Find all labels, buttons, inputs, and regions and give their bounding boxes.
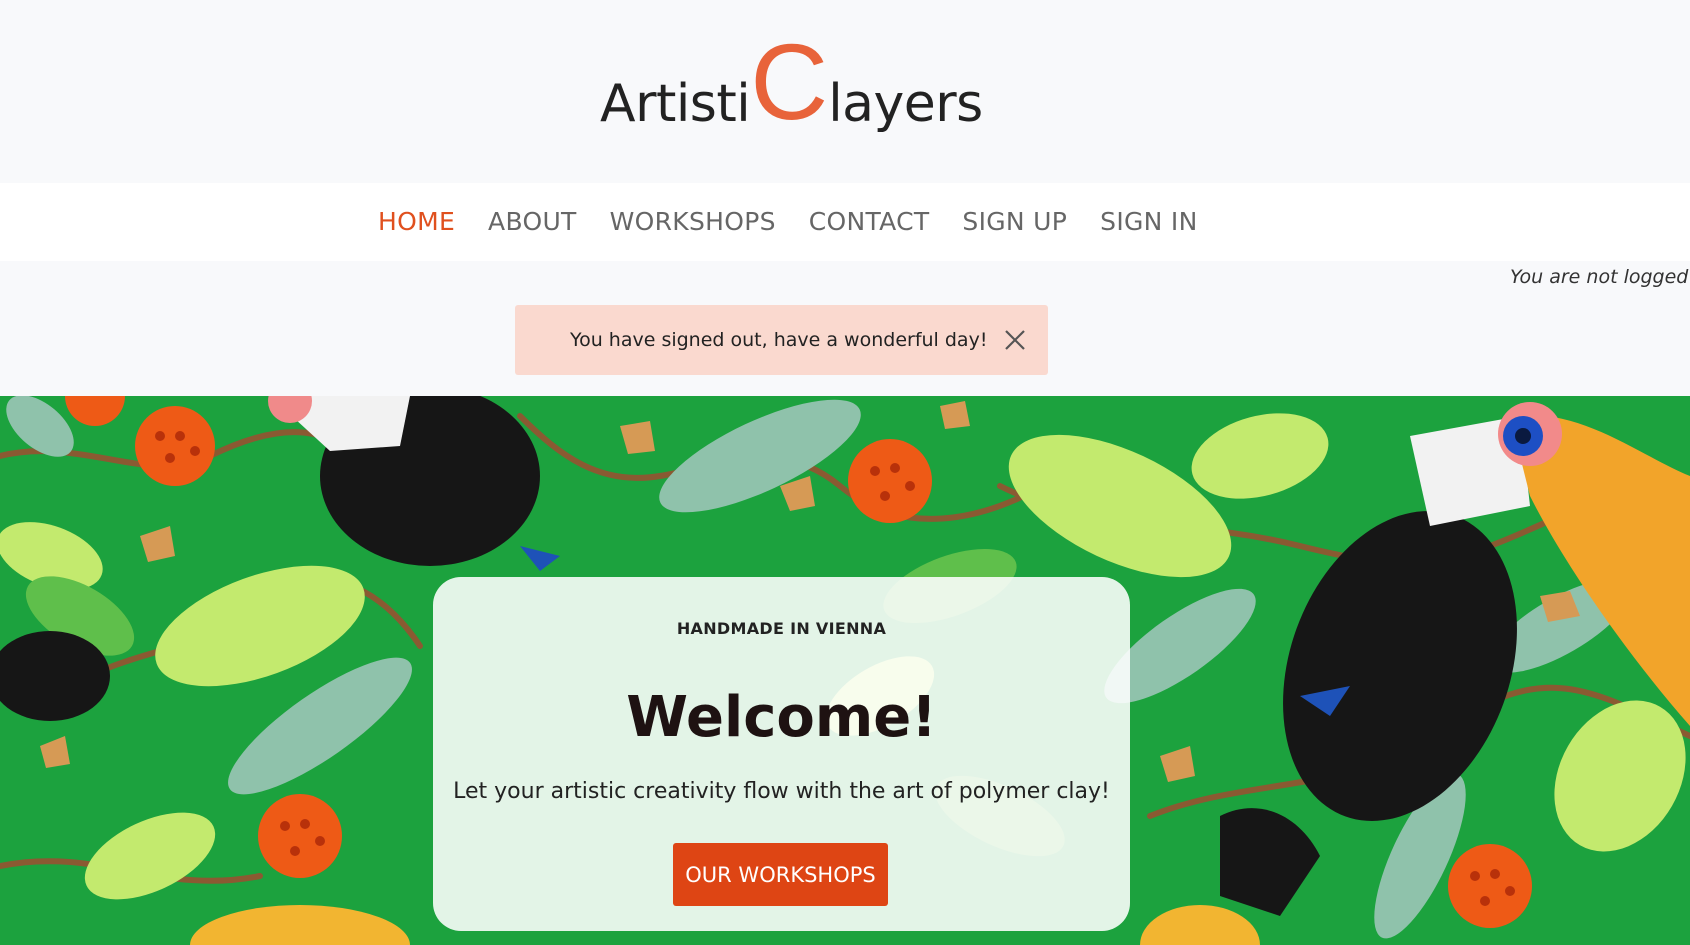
main-nav: HOME ABOUT WORKSHOPS CONTACT SIGN UP SIG… (0, 183, 1690, 261)
login-status-text: You are not logged in (1510, 266, 1690, 288)
nav-item-sign-up[interactable]: SIGN UP (962, 207, 1067, 236)
logo-big-letter: C (750, 21, 829, 143)
logo-text-part2: layers (828, 74, 983, 134)
nav-item-contact[interactable]: CONTACT (809, 207, 930, 236)
nav-item-home[interactable]: HOME (378, 207, 455, 236)
signout-alert: You have signed out, have a wonderful da… (515, 305, 1048, 375)
hero-tagline: Let your artistic creativity flow with t… (453, 779, 1110, 804)
close-icon[interactable] (1003, 328, 1027, 352)
site-header: Artisti C layers (0, 0, 1690, 183)
our-workshops-button[interactable]: OUR WORKSHOPS (673, 843, 888, 906)
nav-item-about[interactable]: ABOUT (488, 207, 577, 236)
nav-list: HOME ABOUT WORKSHOPS CONTACT SIGN UP SIG… (378, 207, 1198, 236)
site-logo[interactable]: Artisti C layers (600, 21, 983, 143)
hero-title: Welcome! (626, 685, 937, 750)
nav-item-workshops[interactable]: WORKSHOPS (610, 207, 776, 236)
logo-text-part1: Artisti (600, 74, 751, 134)
welcome-card: HANDMADE IN VIENNA Welcome! Let your art… (433, 577, 1130, 931)
nav-item-sign-in[interactable]: SIGN IN (1100, 207, 1197, 236)
hero-eyebrow: HANDMADE IN VIENNA (676, 619, 887, 638)
alert-message: You have signed out, have a wonderful da… (570, 329, 988, 351)
